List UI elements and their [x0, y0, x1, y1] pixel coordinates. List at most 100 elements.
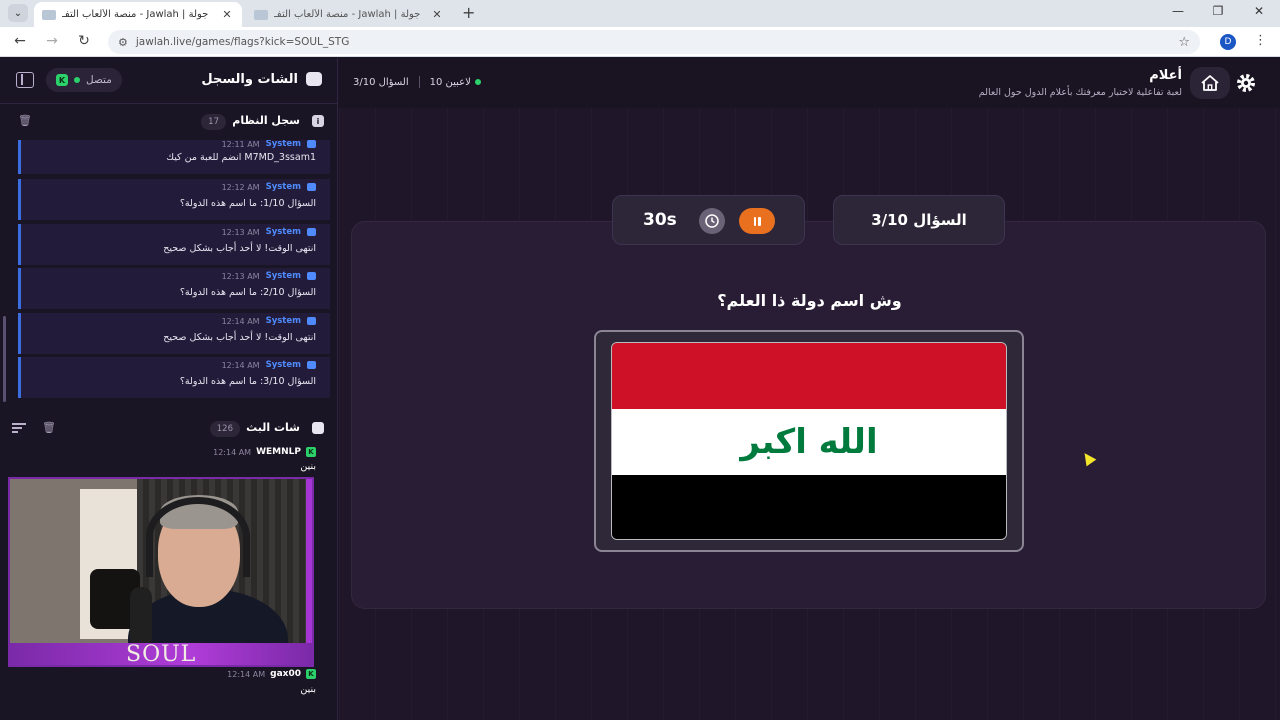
browser-tab-active[interactable]: جولة | Jawlah - منصة الألعاب التفـ ✕ [34, 2, 242, 27]
list-item: System 12:13 AM انتهى الوقت! لا أحد أجاب … [18, 224, 330, 265]
kick-logo-icon: K [306, 447, 316, 457]
list-item: System 12:11 AM M7MD_3ssam1 انضم للعبة من… [18, 140, 330, 174]
browser-tab-inactive[interactable]: جولة | Jawlah - منصة الألعاب التفـ ✕ [246, 2, 452, 27]
message-time: 12:11 AM [221, 140, 260, 149]
system-log-title: سجل النظام [232, 114, 300, 127]
divider [418, 76, 420, 88]
collapse-panel-icon[interactable] [16, 72, 34, 88]
close-tab-icon[interactable]: ✕ [430, 8, 444, 21]
system-log-header: i سجل النظام 17 🗑 [0, 108, 338, 136]
tab-title: جولة | Jawlah - منصة الألعاب التفـ [274, 9, 421, 20]
stream-chat-count: 126 [209, 421, 240, 437]
restore-icon[interactable]: ❐ [1208, 4, 1228, 18]
message-sender: System [265, 227, 301, 237]
message-time: 12:12 AM [221, 182, 260, 192]
message-text: السؤال 3/10: ما اسم هذه الدولة؟ [179, 376, 316, 387]
address-bar-row: ← → ↻ ⚙ jawlah.live/games/flags?kick=SOU… [0, 27, 1280, 57]
back-icon[interactable]: ← [10, 33, 30, 49]
message-text: انتهى الوقت! لا أحد أجاب بشكل صحيح [163, 243, 316, 254]
list-item: System 12:14 AM السؤال 3/10: ما اسم هذه ا… [18, 357, 330, 398]
system-icon [307, 361, 316, 369]
system-log-count: 17 [201, 114, 226, 130]
chat-message-text: بنين [300, 461, 316, 472]
chat-message-meta: K WEMNLP 12:14 AM [213, 447, 316, 457]
flag-image: الله اكبر [611, 342, 1007, 540]
message-text: السؤال 2/10: ما اسم هذه الدولة؟ [179, 287, 316, 298]
home-icon [1201, 75, 1219, 91]
message-sender: System [265, 271, 301, 281]
panel-title: الشات والسجل [201, 72, 298, 87]
filter-icon[interactable] [12, 423, 26, 435]
question-number-pill: السؤال 3/10 [833, 195, 1005, 245]
bookmark-star-icon[interactable]: ☆ [1178, 35, 1190, 50]
chat-time: 12:14 AM [213, 447, 252, 457]
site-settings-icon[interactable]: ⚙ [118, 36, 128, 49]
chat-message-text: بنين [300, 684, 316, 695]
headset-icon [146, 497, 250, 577]
connection-status-text: متصل [86, 74, 112, 86]
message-time: 12:14 AM [221, 360, 260, 370]
live-dot-icon [474, 78, 481, 85]
flag-stripe-white: الله اكبر [612, 409, 1006, 475]
message-sender: System [265, 316, 301, 326]
game-subtitle: لعبة تفاعلية لاختبار معرفتك بأعلام الدول… [978, 87, 1182, 98]
url-text: jawlah.live/games/flags?kick=SOUL_STG [135, 36, 350, 48]
chat-time: 12:14 AM [227, 669, 266, 679]
chat-username: gax00 [270, 669, 301, 679]
webcam-overlay: SOUL [8, 477, 314, 667]
panel-header: الشات والسجل متصل K [0, 58, 338, 104]
message-time: 12:13 AM [221, 271, 260, 281]
browser-menu-icon[interactable]: ⋮ [1254, 33, 1267, 48]
chat-message-meta: K gax00 12:14 AM [227, 669, 316, 679]
chat-bubble-icon [312, 422, 324, 434]
system-icon [307, 228, 316, 236]
flag-inscription: الله اكبر [740, 422, 878, 462]
forward-icon[interactable]: → [42, 33, 62, 49]
window-close-icon[interactable]: ✕ [1249, 4, 1269, 18]
game-topbar: أعلام لعبة تفاعلية لاختبار معرفتك بأعلام… [339, 58, 1280, 108]
pause-button[interactable] [739, 208, 775, 234]
profile-avatar[interactable]: D [1220, 34, 1236, 50]
stream-chat-header: شات البث 126 🗑 [0, 415, 338, 443]
system-icon [307, 140, 316, 148]
webcam-logo-text: SOUL [126, 642, 197, 667]
message-text: M7MD_3ssam1 انضم للعبة من كيك [166, 152, 316, 163]
message-text: انتهى الوقت! لا أحد أجاب بشكل صحيح [163, 332, 316, 343]
kick-logo-icon: K [56, 74, 68, 86]
tab-search-button[interactable]: ⌄ [8, 4, 28, 22]
browser-tabbar: ⌄ جولة | Jawlah - منصة الألعاب التفـ ✕ ج… [0, 0, 1280, 27]
clear-chat-trash-icon[interactable]: 🗑 [42, 421, 56, 434]
message-time: 12:14 AM [221, 316, 260, 326]
microphone-icon [130, 587, 152, 647]
message-sender: System [265, 360, 301, 370]
home-button[interactable] [1190, 67, 1230, 99]
list-item: System 12:14 AM انتهى الوقت! لا أحد أجاب … [18, 313, 330, 354]
question-text: وش اسم دولة ذا العلم؟ [717, 291, 902, 310]
players-count-wrap: 10 لاعبين [430, 77, 481, 88]
close-tab-icon[interactable]: ✕ [220, 8, 234, 21]
favicon-icon [254, 9, 268, 20]
reload-icon[interactable]: ↻ [74, 33, 94, 49]
players-count: 10 لاعبين [429, 76, 471, 88]
url-input[interactable]: ⚙ jawlah.live/games/flags?kick=SOUL_STG … [108, 30, 1200, 54]
game-main: أعلام لعبة تفاعلية لاختبار معرفتك بأعلام… [339, 58, 1280, 720]
connection-badge: متصل K [46, 68, 122, 92]
game-status: السؤال 3/10 10 لاعبين [353, 76, 481, 88]
favicon-icon [42, 9, 56, 20]
info-icon: i [312, 115, 324, 127]
log-scrollbar[interactable] [3, 316, 6, 402]
new-tab-button[interactable]: + [462, 3, 475, 22]
clear-log-trash-icon[interactable]: 🗑 [18, 114, 32, 127]
list-item: System 12:13 AM السؤال 2/10: ما اسم هذه ا… [18, 268, 330, 309]
message-sender: System [265, 182, 301, 192]
minimize-icon[interactable]: — [1168, 4, 1188, 18]
clock-icon [699, 208, 725, 234]
chat-bubble-icon [306, 72, 322, 86]
timer-seconds: 30s [643, 210, 677, 230]
list-item: System 12:12 AM السؤال 1/10: ما اسم هذه ا… [18, 179, 330, 220]
chat-username: WEMNLP [256, 447, 301, 457]
online-dot-icon [74, 77, 80, 83]
question-progress: السؤال 3/10 [353, 76, 409, 88]
settings-gear-icon[interactable] [1234, 71, 1258, 95]
message-time: 12:13 AM [221, 227, 260, 237]
